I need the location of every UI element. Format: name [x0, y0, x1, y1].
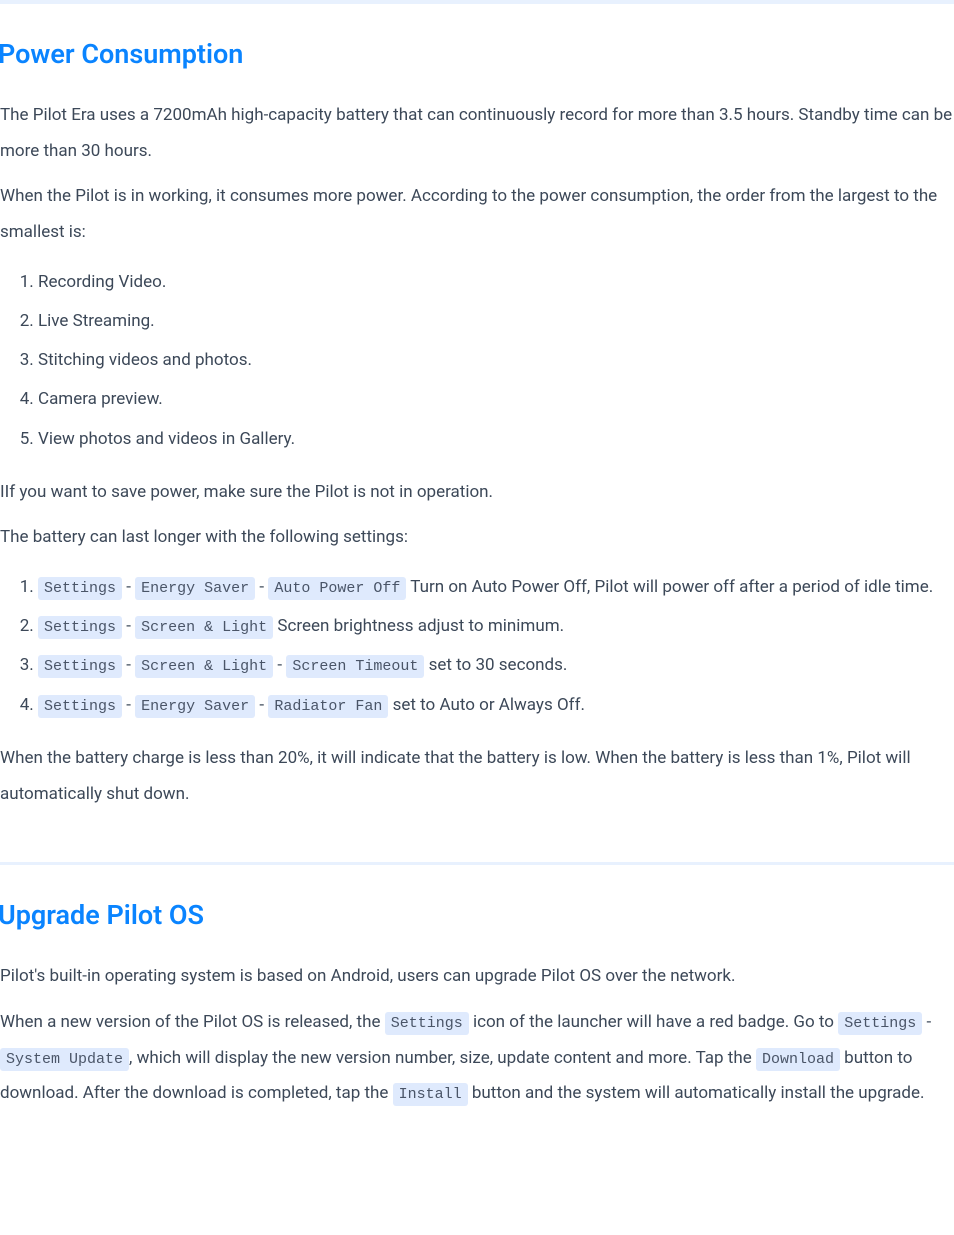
- separator: -: [273, 655, 286, 675]
- power-settings-list: Settings - Energy Saver - Auto Power Off…: [0, 574, 954, 719]
- list-item-tail: Screen brightness adjust to minimum.: [273, 616, 564, 636]
- separator: -: [122, 655, 135, 675]
- list-item: View photos and videos in Gallery.: [38, 426, 954, 453]
- list-item: Recording Video.: [38, 269, 954, 296]
- list-item-tail: Turn on Auto Power Off, Pilot will power…: [406, 577, 933, 597]
- code-screen-light: Screen & Light: [135, 616, 273, 639]
- text-fragment: icon of the launcher will have a red bad…: [469, 1012, 838, 1032]
- code-screen-timeout: Screen Timeout: [286, 655, 424, 678]
- separator: -: [255, 577, 268, 597]
- code-auto-power-off: Auto Power Off: [268, 577, 406, 600]
- power-consumption-list: Recording Video. Live Streaming. Stitchi…: [0, 269, 954, 453]
- code-download: Download: [756, 1048, 840, 1071]
- list-item: Settings - Screen & Light Screen brightn…: [38, 613, 954, 640]
- text-fragment: button and the system will automatically…: [468, 1083, 925, 1103]
- list-item: Live Streaming.: [38, 308, 954, 335]
- paragraph-settings-intro: The battery can last longer with the fol…: [0, 520, 954, 556]
- code-radiator-fan: Radiator Fan: [268, 695, 388, 718]
- separator: -: [255, 695, 268, 715]
- code-system-update: System Update: [0, 1048, 129, 1071]
- paragraph-os-intro: Pilot's built-in operating system is bas…: [0, 959, 954, 995]
- code-settings: Settings: [838, 1012, 922, 1035]
- text-fragment: When a new version of the Pilot OS is re…: [0, 1012, 385, 1032]
- paragraph-os-upgrade: When a new version of the Pilot OS is re…: [0, 1005, 954, 1112]
- separator: -: [122, 616, 135, 636]
- list-item: Stitching videos and photos.: [38, 347, 954, 374]
- separator: -: [122, 695, 135, 715]
- list-item: Settings - Screen & Light - Screen Timeo…: [38, 652, 954, 679]
- code-install: Install: [393, 1083, 468, 1106]
- paragraph-save-power: IIf you want to save power, make sure th…: [0, 475, 954, 511]
- upgrade-pilot-os-heading: Upgrade Pilot OS: [0, 899, 954, 931]
- list-item-tail: set to Auto or Always Off.: [388, 695, 585, 715]
- text-fragment: , which will display the new version num…: [129, 1048, 756, 1068]
- paragraph-battery-intro: The Pilot Era uses a 7200mAh high-capaci…: [0, 98, 954, 169]
- list-item: Settings - Energy Saver - Radiator Fan s…: [38, 692, 954, 719]
- code-settings: Settings: [38, 577, 122, 600]
- section-divider: [0, 862, 954, 865]
- list-item: Settings - Energy Saver - Auto Power Off…: [38, 574, 954, 601]
- paragraph-power-order: When the Pilot is in working, it consume…: [0, 179, 954, 250]
- code-settings: Settings: [385, 1012, 469, 1035]
- code-screen-light: Screen & Light: [135, 655, 273, 678]
- text-fragment: -: [922, 1012, 931, 1032]
- list-item: Camera preview.: [38, 386, 954, 413]
- code-settings: Settings: [38, 616, 122, 639]
- document-content: Power Consumption The Pilot Era uses a 7…: [0, 38, 954, 1112]
- code-settings: Settings: [38, 655, 122, 678]
- code-energy-saver: Energy Saver: [135, 695, 255, 718]
- power-consumption-heading: Power Consumption: [0, 38, 954, 70]
- paragraph-low-battery: When the battery charge is less than 20%…: [0, 741, 954, 812]
- code-settings: Settings: [38, 695, 122, 718]
- code-energy-saver: Energy Saver: [135, 577, 255, 600]
- top-divider: [0, 0, 954, 4]
- separator: -: [122, 577, 135, 597]
- list-item-tail: set to 30 seconds.: [424, 655, 567, 675]
